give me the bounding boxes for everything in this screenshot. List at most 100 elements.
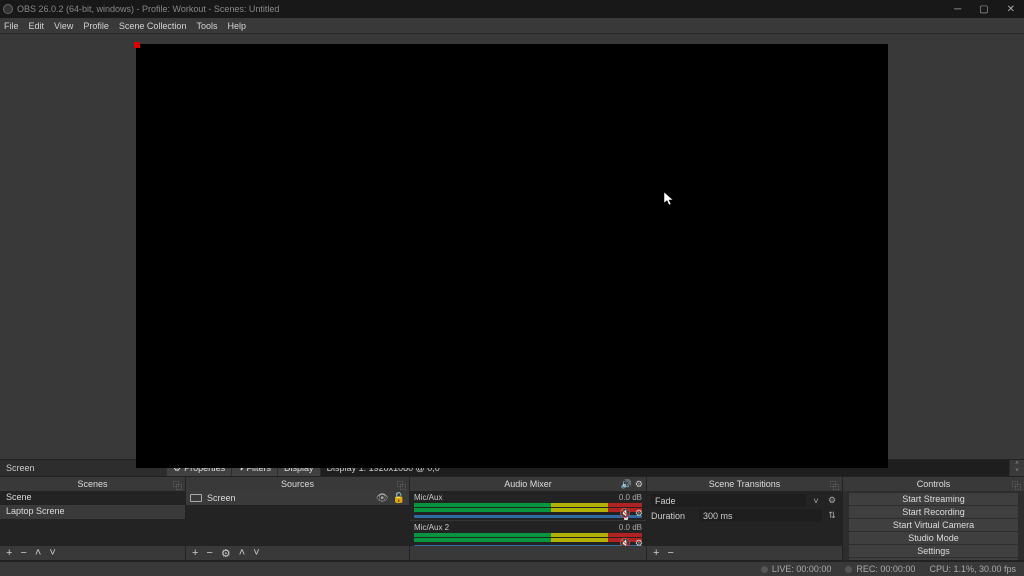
- gear-icon[interactable]: ⚙: [826, 495, 838, 506]
- move-down-icon[interactable]: ˅: [49, 547, 55, 559]
- live-dot-icon: [761, 566, 768, 573]
- exit-button[interactable]: Exit: [849, 558, 1018, 560]
- remove-scene-button[interactable]: −: [20, 547, 26, 559]
- settings-button[interactable]: Settings: [849, 545, 1018, 557]
- controls-panel: Controls ⿻ Start Streaming Start Recordi…: [843, 477, 1024, 560]
- status-live: LIVE: 00:00:00: [761, 564, 832, 574]
- duration-label: Duration: [651, 511, 695, 521]
- start-streaming-button[interactable]: Start Streaming: [849, 493, 1018, 505]
- controls-header: Controls ⿻: [843, 477, 1024, 491]
- cpu-text: CPU: 1.1%, 30.00 fps: [929, 564, 1016, 574]
- maximize-button[interactable]: ▢: [979, 4, 988, 15]
- sources-title: Sources: [281, 479, 314, 489]
- status-bar: LIVE: 00:00:00 REC: 00:00:00 CPU: 1.1%, …: [0, 561, 1024, 576]
- status-cpu: CPU: 1.1%, 30.00 fps: [929, 564, 1016, 574]
- menu-edit[interactable]: Edit: [29, 21, 45, 31]
- scene-item[interactable]: Laptop Screne: [0, 505, 185, 519]
- volume-meter: [414, 533, 642, 543]
- duration-input[interactable]: 300 ms: [699, 509, 822, 522]
- transition-type-dropdown[interactable]: Fade: [651, 494, 806, 507]
- transitions-header: Scene Transitions ⿻: [647, 477, 842, 491]
- audio-mixer-panel: Audio Mixer 🔊 ⚙ Mic/Aux 0.0 dB 🔇 ⚙ Mic/Au…: [410, 477, 647, 560]
- menu-tools[interactable]: Tools: [196, 21, 217, 31]
- transitions-toolbar: + −: [647, 546, 842, 560]
- dock-panels: Scenes ⿻ Scene Laptop Screne + − ˄ ˅ Sou…: [0, 477, 1024, 561]
- menu-scene-collection[interactable]: Scene Collection: [119, 21, 187, 31]
- menu-help[interactable]: Help: [227, 21, 246, 31]
- mixer-header: Audio Mixer 🔊 ⚙: [410, 477, 646, 491]
- lock-icon[interactable]: 🔓: [393, 493, 405, 504]
- duration-stepper[interactable]: ⇅: [826, 510, 838, 521]
- monitor-icon: [190, 494, 202, 502]
- close-button[interactable]: ✕: [1007, 4, 1015, 15]
- selection-handle-icon[interactable]: [134, 42, 140, 48]
- window-controls: ─ ▢ ✕: [954, 4, 1015, 15]
- scene-item[interactable]: Scene: [0, 491, 185, 505]
- visibility-icon[interactable]: 👁: [376, 493, 389, 504]
- move-down-icon[interactable]: ˅: [253, 547, 259, 559]
- scenes-list[interactable]: Scene Laptop Screne: [0, 491, 185, 546]
- menu-view[interactable]: View: [54, 21, 73, 31]
- sources-panel: Sources ⿻ Screen 👁 🔓 + − ⚙ ˄ ˅: [186, 477, 410, 560]
- chevron-down-icon[interactable]: ˅: [810, 496, 822, 506]
- sources-list[interactable]: Screen 👁 🔓: [186, 491, 409, 546]
- add-source-button[interactable]: +: [192, 547, 198, 559]
- gear-icon[interactable]: ⚙: [635, 479, 643, 490]
- controls-body: Start Streaming Start Recording Start Vi…: [843, 491, 1024, 560]
- track-name: Mic/Aux 2: [414, 523, 619, 532]
- move-up-icon[interactable]: ˄: [239, 547, 245, 559]
- window-title: OBS 26.0.2 (64-bit, windows) - Profile: …: [17, 4, 954, 14]
- preview-canvas[interactable]: [136, 44, 888, 468]
- transitions-panel: Scene Transitions ⿻ Fade ˅ ⚙ Duration 30…: [647, 477, 843, 560]
- track-db: 0.0 dB: [619, 493, 642, 502]
- controls-title: Controls: [917, 479, 951, 489]
- scenes-panel: Scenes ⿻ Scene Laptop Screne + − ˄ ˅: [0, 477, 186, 560]
- menu-bar: File Edit View Profile Scene Collection …: [0, 18, 1024, 34]
- minimize-button[interactable]: ─: [954, 4, 961, 15]
- mixer-track: Mic/Aux 0.0 dB 🔇 ⚙: [410, 491, 646, 521]
- studio-mode-button[interactable]: Studio Mode: [849, 532, 1018, 544]
- source-settings-button[interactable]: ⚙: [221, 547, 231, 560]
- preview-area: [0, 34, 1024, 459]
- volume-slider[interactable]: [414, 545, 642, 546]
- add-transition-button[interactable]: +: [653, 547, 659, 559]
- volume-meter: [414, 503, 642, 513]
- scenes-title: Scenes: [77, 479, 107, 489]
- source-item[interactable]: Screen 👁 🔓: [186, 491, 409, 505]
- transitions-title: Scene Transitions: [709, 479, 781, 489]
- remove-source-button[interactable]: −: [206, 547, 212, 559]
- menu-profile[interactable]: Profile: [83, 21, 109, 31]
- mixer-footer: [410, 546, 646, 560]
- track-db: 0.0 dB: [619, 523, 642, 532]
- title-bar: OBS 26.0.2 (64-bit, windows) - Profile: …: [0, 0, 1024, 18]
- gear-icon[interactable]: ⚙: [635, 538, 643, 546]
- status-rec: REC: 00:00:00: [845, 564, 915, 574]
- scenes-header: Scenes ⿻: [0, 477, 185, 491]
- obs-logo-icon: [3, 4, 13, 14]
- mixer-title: Audio Mixer: [504, 479, 552, 489]
- remove-transition-button[interactable]: −: [667, 547, 673, 559]
- mute-icon[interactable]: 🔇: [620, 538, 631, 546]
- scenes-toolbar: + − ˄ ˅: [0, 546, 185, 560]
- volume-slider[interactable]: [414, 515, 642, 518]
- add-scene-button[interactable]: +: [6, 547, 12, 559]
- rec-text: REC: 00:00:00: [856, 564, 915, 574]
- menu-file[interactable]: File: [4, 21, 19, 31]
- transitions-body: Fade ˅ ⚙ Duration 300 ms ⇅: [647, 491, 842, 546]
- mute-icon[interactable]: 🔇: [620, 508, 631, 519]
- source-label: Screen: [207, 493, 236, 503]
- mixer-track: Mic/Aux 2 0.0 dB 🔇 ⚙: [410, 521, 646, 546]
- move-up-icon[interactable]: ˄: [35, 547, 41, 559]
- sources-toolbar: + − ⚙ ˄ ˅: [186, 546, 409, 560]
- rec-dot-icon: [845, 566, 852, 573]
- gear-icon[interactable]: ⚙: [635, 508, 643, 519]
- chevron-down-icon: ˅: [1015, 468, 1019, 475]
- live-text: LIVE: 00:00:00: [772, 564, 832, 574]
- track-name: Mic/Aux: [414, 493, 619, 502]
- speaker-icon[interactable]: 🔊: [621, 479, 632, 490]
- chevron-up-icon: ˄: [1015, 461, 1019, 468]
- start-recording-button[interactable]: Start Recording: [849, 506, 1018, 518]
- start-virtual-camera-button[interactable]: Start Virtual Camera: [849, 519, 1018, 531]
- display-stepper[interactable]: ˄˅: [1010, 460, 1024, 476]
- mixer-body: Mic/Aux 0.0 dB 🔇 ⚙ Mic/Aux 2 0.0 dB 🔇 ⚙: [410, 491, 646, 546]
